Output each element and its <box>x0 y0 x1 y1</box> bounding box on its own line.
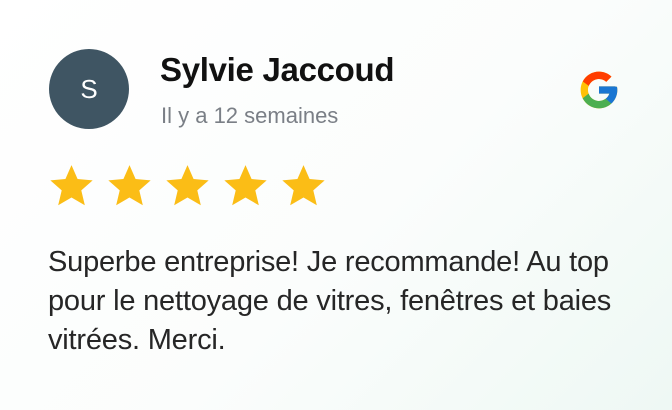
avatar-initial: S <box>80 73 98 104</box>
star-icon <box>282 165 325 206</box>
review-date: Il y a 12 semaines <box>161 103 339 128</box>
star-icon <box>50 165 93 206</box>
star-icon <box>166 165 209 206</box>
avatar: S <box>49 49 129 129</box>
reviewer-name: Sylvie Jaccoud <box>160 51 395 88</box>
review-card: S Sylvie Jaccoud Il y a 12 semaines Supe… <box>0 0 672 410</box>
star-icon <box>108 165 151 206</box>
star-icon <box>224 165 267 206</box>
review-text: Superbe entreprise! Je recommande! Au to… <box>48 246 612 356</box>
star-rating <box>48 162 327 209</box>
google-logo-icon <box>580 71 618 109</box>
